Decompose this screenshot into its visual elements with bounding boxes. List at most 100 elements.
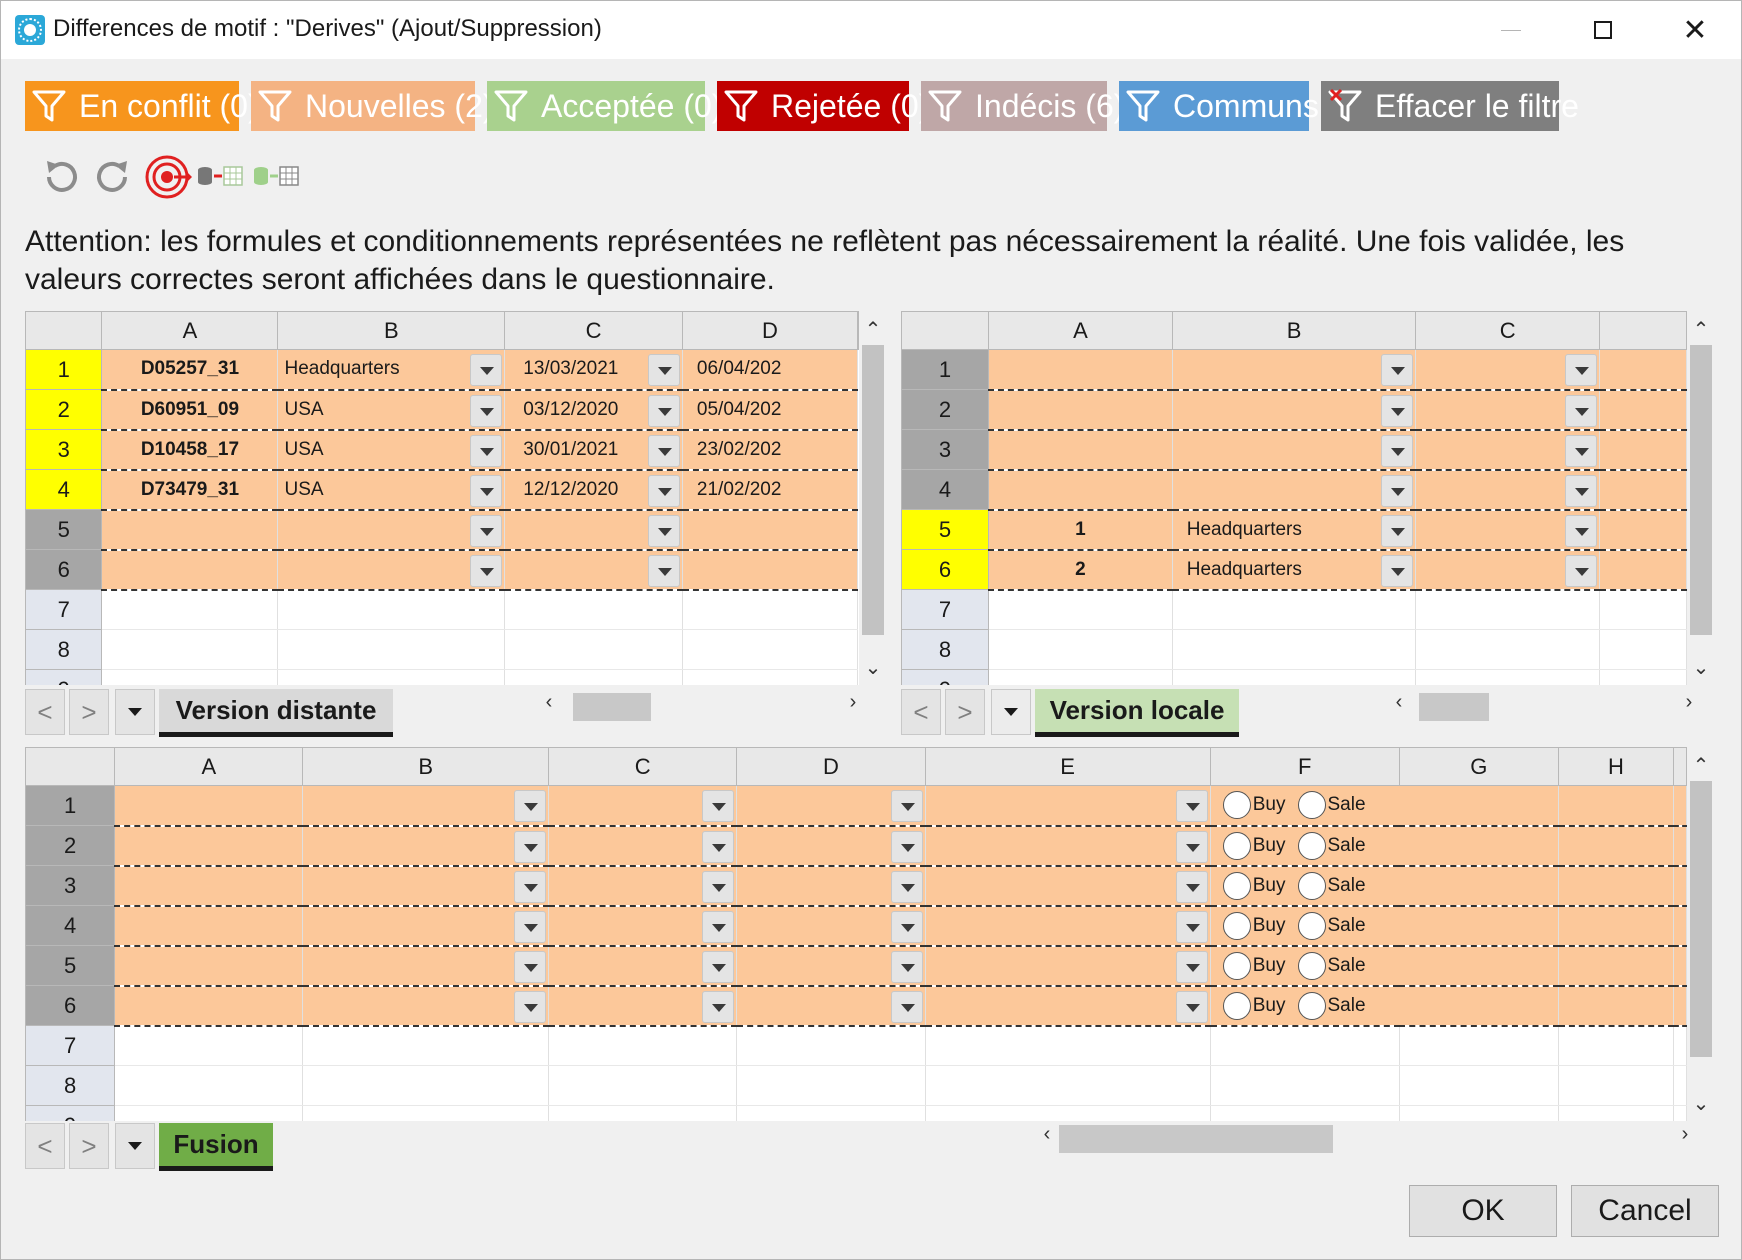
cell-h[interactable] xyxy=(1558,785,1675,827)
dropdown-arrow-icon[interactable] xyxy=(702,830,735,863)
cell-a[interactable]: D05257_31 xyxy=(101,349,279,391)
reset-target-icon[interactable] xyxy=(141,151,193,203)
sale-radio[interactable] xyxy=(1297,791,1326,820)
cell-c[interactable]: 03/12/2020 xyxy=(504,389,683,431)
dropdown-arrow-icon[interactable] xyxy=(890,870,923,903)
dropdown-arrow-icon[interactable] xyxy=(1564,354,1597,386)
dropdown-arrow-icon[interactable] xyxy=(514,950,547,983)
cell-d[interactable] xyxy=(1599,549,1687,591)
cell-c[interactable]: 13/03/2021 xyxy=(504,349,683,391)
cell-h[interactable] xyxy=(1558,905,1675,947)
prev-sheet-button[interactable]: < xyxy=(25,1123,65,1169)
cell-d[interactable] xyxy=(736,1105,926,1121)
cell-b[interactable] xyxy=(302,1025,550,1066)
prev-sheet-button[interactable]: < xyxy=(25,689,65,735)
cell-b[interactable] xyxy=(1172,469,1417,511)
cell-e[interactable] xyxy=(925,945,1211,987)
cell-filler[interactable] xyxy=(1673,1025,1687,1066)
sale-radio[interactable] xyxy=(1297,991,1326,1020)
cell-d[interactable] xyxy=(736,945,926,987)
dropdown-arrow-icon[interactable] xyxy=(1381,394,1414,427)
cell-c[interactable] xyxy=(548,945,738,987)
sheet-list-button[interactable] xyxy=(115,689,155,735)
cell-a[interactable] xyxy=(988,469,1173,511)
dropdown-arrow-icon[interactable] xyxy=(890,830,923,863)
dropdown-arrow-icon[interactable] xyxy=(1564,554,1597,587)
row-header[interactable]: 1 xyxy=(25,785,116,826)
cell-b[interactable]: USA xyxy=(277,389,506,431)
scroll-down-icon[interactable]: ⌄ xyxy=(1687,655,1715,680)
cell-h[interactable] xyxy=(1558,825,1675,867)
cell-f[interactable]: Buy Sale xyxy=(1210,945,1559,987)
scroll-right-icon[interactable]: › xyxy=(1675,691,1703,714)
row-header[interactable]: 6 xyxy=(25,985,116,1026)
cell-b[interactable] xyxy=(302,785,550,827)
cell-d[interactable] xyxy=(682,549,859,591)
row-header[interactable]: 3 xyxy=(25,865,116,906)
cell-b[interactable] xyxy=(277,509,506,551)
local-vscroll[interactable]: ⌃ ⌄ xyxy=(1687,311,1719,685)
cell-b[interactable]: Headquarters xyxy=(277,349,506,391)
sale-radio[interactable] xyxy=(1297,831,1326,860)
cell-c[interactable] xyxy=(1415,349,1600,391)
filter-button-6[interactable]: Effacer le filtre xyxy=(1321,81,1579,131)
tab-version-distante[interactable]: Version distante xyxy=(159,689,393,737)
local-grid[interactable]: ABC 123451Headquarters62Headquarters789 xyxy=(901,311,1687,685)
cell-c[interactable] xyxy=(548,1105,738,1121)
cell-b[interactable] xyxy=(1172,389,1417,431)
next-sheet-button[interactable]: > xyxy=(69,689,109,735)
cell-d[interactable] xyxy=(682,629,859,670)
cell-f[interactable] xyxy=(1210,1065,1400,1106)
buy-radio[interactable] xyxy=(1222,951,1251,980)
buy-radio[interactable] xyxy=(1222,871,1251,900)
cell-d[interactable] xyxy=(1599,349,1687,391)
fusion-hscroll[interactable]: ‹ › xyxy=(1033,1123,1703,1153)
cell-e[interactable] xyxy=(925,825,1211,867)
cell-a[interactable]: 1 xyxy=(988,509,1173,551)
cell-c[interactable] xyxy=(548,1065,738,1106)
cell-c[interactable] xyxy=(1415,669,1600,685)
cell-c[interactable] xyxy=(1415,629,1600,670)
row-header[interactable]: 2 xyxy=(25,825,116,866)
row-header[interactable]: 7 xyxy=(25,1025,116,1066)
maximize-button[interactable] xyxy=(1557,1,1649,59)
cell-f[interactable]: Buy Sale xyxy=(1210,825,1559,867)
row-header[interactable]: 1 xyxy=(25,349,103,390)
cell-e[interactable] xyxy=(925,1105,1211,1121)
dropdown-arrow-icon[interactable] xyxy=(470,474,503,507)
scroll-thumb[interactable] xyxy=(573,693,651,721)
row-header[interactable]: 5 xyxy=(25,945,116,986)
cell-c[interactable] xyxy=(548,785,738,827)
cell-e[interactable] xyxy=(925,905,1211,947)
column-header-f[interactable]: F xyxy=(1209,747,1400,786)
row-header[interactable]: 4 xyxy=(25,469,103,510)
cell-b[interactable] xyxy=(302,945,550,987)
row-header[interactable]: 3 xyxy=(901,429,990,470)
dropdown-arrow-icon[interactable] xyxy=(1564,514,1597,547)
cell-f[interactable] xyxy=(1210,1105,1400,1121)
row-header[interactable]: 8 xyxy=(25,1065,116,1106)
column-header-d[interactable]: D xyxy=(681,311,859,350)
fusion-grid[interactable]: ABCDEFGH 1 Buy Sale 2 Buy Sale 3 Buy Sale 4 Buy Sal… xyxy=(25,747,1687,1121)
cell-b[interactable] xyxy=(302,985,550,1027)
buy-radio[interactable] xyxy=(1222,911,1251,940)
cell-a[interactable] xyxy=(988,629,1173,670)
cell-h[interactable] xyxy=(1558,1025,1675,1066)
cell-d[interactable] xyxy=(736,785,926,827)
cell-d[interactable] xyxy=(1599,669,1687,685)
row-header[interactable]: 2 xyxy=(901,389,990,430)
column-header-a[interactable]: A xyxy=(101,311,279,350)
cell-d[interactable]: 06/04/202 xyxy=(682,349,859,391)
cell-c[interactable] xyxy=(504,549,683,591)
dropdown-arrow-icon[interactable] xyxy=(470,394,503,427)
dropdown-arrow-icon[interactable] xyxy=(470,434,503,467)
cell-a[interactable] xyxy=(988,589,1173,630)
cell-a[interactable] xyxy=(114,945,304,987)
column-header-d[interactable]: D xyxy=(736,747,926,786)
cell-e[interactable] xyxy=(925,1065,1211,1106)
scroll-up-icon[interactable]: ⌃ xyxy=(1687,317,1715,342)
filter-button-4[interactable]: Indécis (6) xyxy=(921,81,1124,131)
cell-c[interactable]: 30/01/2021 xyxy=(504,429,683,471)
cell-h[interactable] xyxy=(1558,985,1675,1027)
row-header[interactable]: 4 xyxy=(901,469,990,510)
